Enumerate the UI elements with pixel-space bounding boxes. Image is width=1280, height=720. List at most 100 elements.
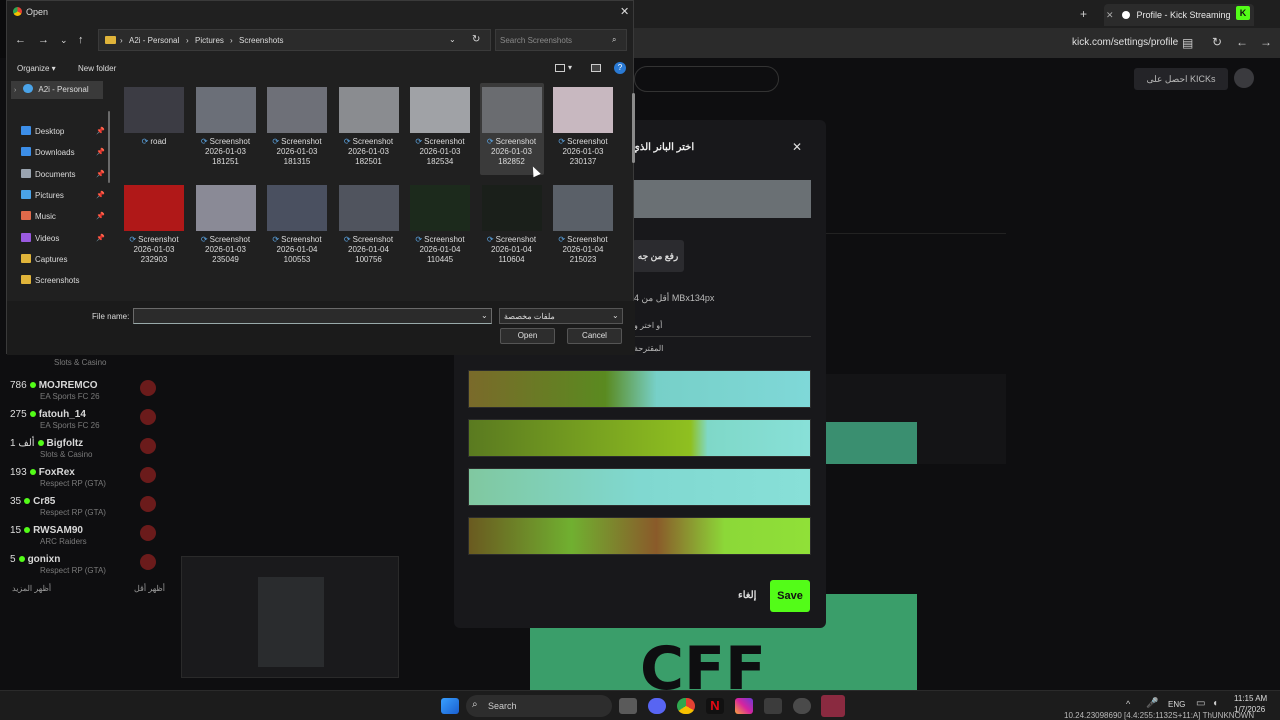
banner-option-2[interactable] xyxy=(468,419,811,457)
file-item[interactable]: ⟳ Screenshot 2026-01-03 182852 xyxy=(479,83,544,175)
file-explorer-icon[interactable] xyxy=(619,698,637,714)
nav-item-desktop[interactable]: Desktop 📌 xyxy=(21,123,111,141)
scrollbar[interactable] xyxy=(108,111,110,183)
file-item[interactable]: ⟳ Screenshot 2026-01-03 235049 xyxy=(194,181,258,273)
organize-button[interactable]: Organize ▾ xyxy=(17,64,56,73)
nav-item-screenshots[interactable]: Screenshots xyxy=(21,272,111,290)
chevron-down-icon[interactable]: ⌄ xyxy=(60,35,68,46)
show-more-link[interactable]: أظهر المزيد xyxy=(12,584,51,593)
file-item[interactable]: ⟳ Screenshot 2026-01-03 230137 xyxy=(551,83,615,175)
avatar[interactable] xyxy=(1234,68,1254,88)
close-icon[interactable]: ✕ xyxy=(620,5,629,18)
clock-time[interactable]: 11:15 AM xyxy=(1234,694,1267,703)
refresh-icon[interactable]: ↻ xyxy=(472,34,480,45)
instagram-icon[interactable] xyxy=(735,698,753,714)
volume-icon[interactable]: ◖ xyxy=(1212,698,1218,709)
scrollbar[interactable] xyxy=(632,93,635,163)
view-icon[interactable] xyxy=(555,64,565,72)
kick-logo-icon[interactable]: K xyxy=(1236,6,1250,20)
chevron-down-icon[interactable]: ⌄ xyxy=(481,311,488,320)
up-icon[interactable]: ↑ xyxy=(78,34,84,46)
nav-item-videos[interactable]: Videos 📌 xyxy=(21,230,111,248)
file-item[interactable]: ⟳ Screenshot 2026-01-03 182534 xyxy=(408,83,472,175)
new-folder-button[interactable]: New folder xyxy=(78,64,116,73)
language-indicator[interactable]: ENG xyxy=(1168,700,1185,709)
stream-row[interactable]: 786 MOJREMCO EA Sports FC 26 xyxy=(10,380,170,401)
save-button[interactable]: Save xyxy=(770,580,810,612)
cancel-link[interactable]: إلغاء xyxy=(738,590,756,601)
taskbar-search[interactable]: ⌕ Search xyxy=(466,695,612,717)
terminal-icon[interactable] xyxy=(764,698,782,714)
stream-row[interactable]: 5 gonixn Respect RP (GTA) xyxy=(10,554,170,575)
cancel-button[interactable]: Cancel xyxy=(567,328,622,344)
search-input[interactable]: Search Screenshots ⌕ xyxy=(495,29,627,51)
help-icon[interactable]: ? xyxy=(614,62,626,74)
nav-root[interactable]: › A2i - Personal xyxy=(11,81,103,99)
windows-start-icon[interactable] xyxy=(441,698,459,714)
file-item[interactable]: ⟳ Screenshot 2026-01-03 182501 xyxy=(337,83,401,175)
back-icon[interactable]: ← xyxy=(1236,35,1248,49)
file-item[interactable]: ⟳ Screenshot 2026-01-04 100553 xyxy=(265,181,329,273)
file-item[interactable]: ⟳ Screenshot 2026-01-03 232903 xyxy=(122,181,186,273)
breadcrumb-pictures[interactable]: Pictures xyxy=(195,36,224,45)
chrome-icon[interactable] xyxy=(677,698,695,714)
preview-pane-icon[interactable] xyxy=(591,64,601,72)
upload-button[interactable]: رفع من جه xyxy=(632,240,684,272)
search-box[interactable] xyxy=(634,66,779,92)
chevron-down-icon[interactable]: ⌄ xyxy=(449,35,456,44)
nav-item-music[interactable]: Music 📌 xyxy=(21,208,111,226)
steam-icon[interactable] xyxy=(793,698,811,714)
banner-option-4[interactable] xyxy=(468,517,811,555)
forward-icon[interactable]: → xyxy=(1260,35,1272,49)
banner-option-3[interactable] xyxy=(468,468,811,506)
show-less-link[interactable]: أظهر أقل xyxy=(134,584,165,593)
forward-icon[interactable]: → xyxy=(38,34,49,46)
banner-option-1[interactable] xyxy=(468,370,811,408)
file-item[interactable]: ⟳ Screenshot 2026-01-04 110604 xyxy=(480,181,544,273)
extension-icon[interactable]: ▤ xyxy=(1182,36,1193,50)
netflix-icon[interactable]: N xyxy=(706,698,724,714)
address-bar[interactable]: › A2i - Personal › Pictures › Screenshot… xyxy=(98,29,491,51)
reload-icon[interactable]: ↻ xyxy=(1212,35,1222,49)
new-tab-icon[interactable]: + xyxy=(1080,7,1087,21)
browser-toolbar: kick.com/settings/profile ▤ ↻ ← → xyxy=(634,28,1280,58)
file-type-select[interactable]: ملفات مخصصة ⌄ xyxy=(499,308,623,324)
file-name-input[interactable]: ⌄ xyxy=(133,308,492,324)
taskbar: ⌕ Search N ^ 🎤 ENG ▭ ◖ 11:15 AM 1/7/2026… xyxy=(0,690,1280,720)
breadcrumb-a2i[interactable]: A2i - Personal xyxy=(129,36,179,45)
nav-item-documents[interactable]: Documents 📌 xyxy=(21,166,111,184)
close-tab-icon[interactable]: ✕ xyxy=(1106,4,1114,26)
chevron-down-icon[interactable]: ▾ xyxy=(568,63,572,72)
globe-icon xyxy=(1122,11,1130,19)
file-item[interactable]: ⟳ Screenshot 2026-01-04 110445 xyxy=(408,181,472,273)
network-icon[interactable]: ▭ xyxy=(1196,698,1205,709)
discord-icon[interactable] xyxy=(648,698,666,714)
back-icon[interactable]: ← xyxy=(15,34,26,46)
stream-row[interactable]: 35 Cr85 Respect RP (GTA) xyxy=(10,496,170,517)
file-item[interactable]: ⟳ road xyxy=(122,83,186,175)
stream-row[interactable]: 1 ألف Bigfoltz Slots & Casino xyxy=(10,438,170,459)
stream-row[interactable]: 15 RWSAM90 ARC Raiders xyxy=(10,525,170,546)
chevron-down-icon[interactable]: ⌄ xyxy=(612,311,619,320)
file-item[interactable]: ⟳ Screenshot 2026-01-03 181315 xyxy=(265,83,329,175)
stream-row[interactable]: 193 FoxRex Respect RP (GTA) xyxy=(10,467,170,488)
close-icon[interactable]: ✕ xyxy=(792,140,802,154)
file-item[interactable]: ⟳ Screenshot 2026-01-03 181251 xyxy=(194,83,258,175)
nav-item-pictures[interactable]: Pictures 📌 xyxy=(21,187,111,205)
stream-row[interactable]: 275 fatouh_14 EA Sports FC 26 xyxy=(10,409,170,430)
breadcrumb-screenshots[interactable]: Screenshots xyxy=(239,36,283,45)
file-item[interactable]: ⟳ Screenshot 2026-01-04 100756 xyxy=(337,181,401,273)
chevron-right-icon[interactable]: › xyxy=(14,87,16,94)
chevron-up-icon[interactable]: ^ xyxy=(1126,699,1130,709)
tab-profile[interactable]: ✕ Profile - Kick Streaming xyxy=(1104,4,1254,26)
call-of-duty-icon[interactable] xyxy=(821,695,845,717)
mic-icon[interactable]: 🎤 xyxy=(1146,698,1158,709)
file-label: ⟳ road xyxy=(122,137,186,147)
file-item[interactable]: ⟳ Screenshot 2026-01-04 215023 xyxy=(551,181,615,273)
get-kicks-button[interactable]: احصل على KICKs xyxy=(1134,68,1228,90)
nav-item-downloads[interactable]: Downloads 📌 xyxy=(21,144,111,162)
open-button[interactable]: Open xyxy=(500,328,555,344)
nav-item-captures[interactable]: Captures xyxy=(21,251,111,269)
url-text[interactable]: kick.com/settings/profile xyxy=(1072,37,1178,48)
status-line: 10.24.23098690 [4.4:255:1132S+11:A] ThUN… xyxy=(1064,711,1255,720)
